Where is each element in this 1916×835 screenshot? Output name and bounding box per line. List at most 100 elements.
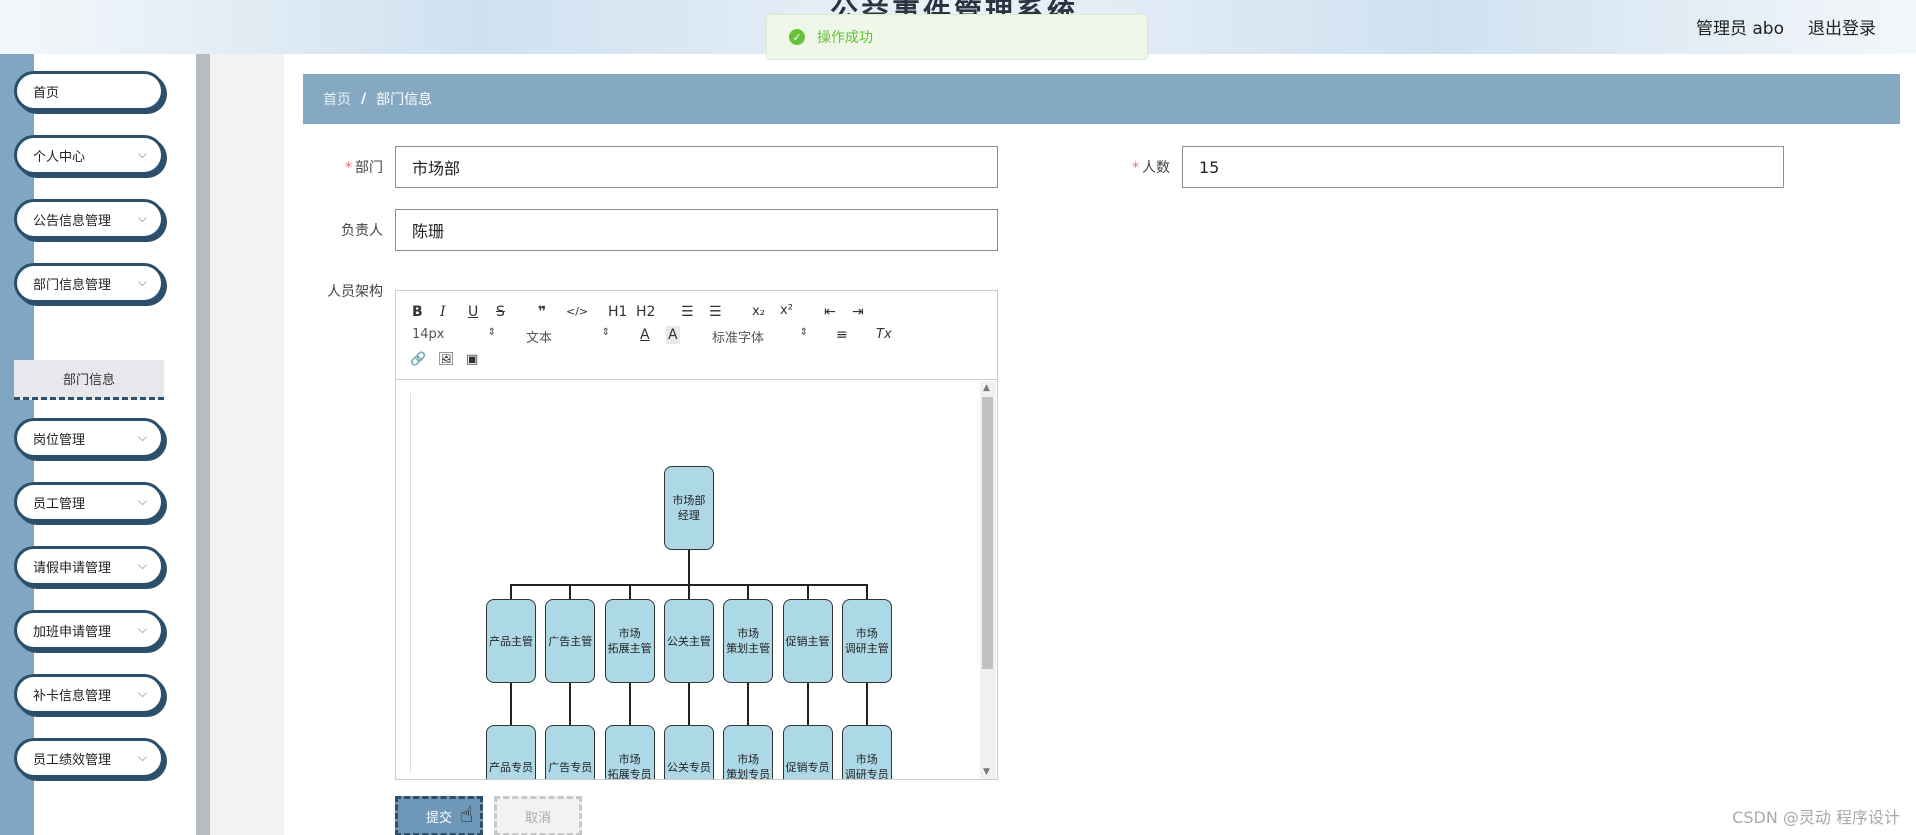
quote-icon[interactable]: ❞ (538, 303, 546, 321)
bold-icon[interactable]: B (412, 303, 423, 321)
h2-icon[interactable]: H2 (636, 303, 655, 321)
sidebar-item-notice-management[interactable]: 公告信息管理 ⌵ (14, 199, 164, 239)
clear-format-icon[interactable]: Tx (876, 326, 892, 344)
org-root-node: 市场部 经理 (663, 466, 714, 550)
sidebar-item-overtime-management[interactable]: 加班申请管理 ⌵ (14, 610, 164, 650)
org-connector-line (687, 584, 690, 599)
sidebar-item-leave-management[interactable]: 请假申请管理 ⌵ (14, 546, 164, 586)
breadcrumb: 首页 / 部门信息 (303, 74, 1900, 124)
scrollbar-thumb[interactable] (982, 397, 993, 669)
headcount-label: * 人数 (1080, 157, 1170, 177)
headcount-input[interactable] (1182, 146, 1784, 188)
sidebar-item-personal-center[interactable]: 个人中心 ⌵ (14, 135, 164, 175)
breadcrumb-separator: / (361, 91, 367, 107)
sidebar-item-label: 请假申请管理 (33, 560, 112, 576)
content-gutter (210, 54, 284, 835)
select-arrows-icon: ⇕ (799, 327, 808, 338)
background-color-icon[interactable]: A (666, 326, 680, 344)
sidebar-item-label: 岗位管理 (33, 432, 86, 448)
org-connector-line (687, 550, 690, 585)
sidebar-item-label: 个人中心 (33, 149, 86, 165)
sidebar-divider (196, 54, 210, 835)
org-connector-line (806, 683, 809, 725)
structure-label: 人员架构 (327, 284, 383, 300)
outdent-icon[interactable]: ⇤ (824, 303, 836, 321)
chevron-down-icon: ⌵ (137, 686, 147, 700)
sidebar-subitem-department-info[interactable]: 部门信息 (14, 360, 164, 400)
sidebar-item-department-management[interactable]: 部门信息管理 ⌵ (14, 263, 164, 303)
ordered-list-icon[interactable]: ☰ (681, 303, 694, 321)
cancel-button[interactable]: 取消 (494, 796, 582, 835)
org-staff-node: 市场 策划专员 (723, 725, 774, 779)
editor-content[interactable]: 市场部 经理 产品主管 广告主管 市场 拓展主管 公关主管 市场 策划主管 促销主管 市场 调研主管产… (396, 381, 997, 779)
select-arrows-icon: ⇕ (601, 327, 610, 338)
editor-toolbar: B I U S ❞ </> H1 H2 ☰ ☰ x₂ x² ⇤ ⇥ 14px ⇕… (396, 291, 997, 380)
bullet-list-icon[interactable]: ☰ (709, 303, 722, 321)
breadcrumb-current: 部门信息 (376, 92, 433, 108)
org-connector-line (569, 584, 572, 599)
scroll-up-icon[interactable]: ▲ (983, 383, 990, 393)
breadcrumb-home[interactable]: 首页 (323, 89, 351, 109)
chevron-down-icon: ⌵ (137, 622, 147, 636)
org-staff-node: 公关专员 (663, 725, 714, 779)
italic-icon[interactable]: I (440, 303, 446, 321)
org-staff-node: 促销专员 (782, 725, 833, 779)
superscript-icon[interactable]: x² (780, 302, 793, 320)
font-size-select[interactable]: 14px ⇕ (412, 327, 496, 342)
subscript-icon[interactable]: x₂ (752, 303, 765, 321)
leader-input[interactable] (395, 209, 998, 251)
org-manager-node: 市场 拓展主管 (604, 599, 655, 683)
sidebar-item-position-management[interactable]: 岗位管理 ⌵ (14, 418, 164, 458)
chevron-down-icon: ⌵ (137, 275, 147, 289)
sidebar-item-label: 部门信息管理 (33, 277, 112, 293)
font-size-value: 14px (412, 327, 445, 342)
sidebar-item-label: 公告信息管理 (33, 213, 112, 229)
underline-icon[interactable]: U (468, 303, 478, 321)
sidebar-item-label: 员工管理 (33, 496, 86, 512)
org-staff-node: 市场 调研专员 (841, 725, 892, 779)
chevron-down-icon: ⌵ (137, 430, 147, 444)
sidebar-item-label: 员工绩效管理 (33, 752, 112, 768)
sidebar-item-home[interactable]: 首页 (14, 71, 164, 111)
font-family-value: 标准字体 (712, 331, 765, 346)
link-icon[interactable]: 🔗 (410, 351, 426, 369)
success-toast: ✓ 操作成功 (766, 14, 1148, 60)
video-icon[interactable]: ▣ (466, 351, 478, 369)
align-icon[interactable]: ≡ (836, 326, 848, 344)
department-input[interactable] (395, 146, 998, 188)
image-icon[interactable]: 🖼 (438, 351, 455, 369)
indent-icon[interactable]: ⇥ (852, 303, 864, 321)
org-connector-line (806, 584, 809, 599)
org-connector-line (865, 683, 868, 725)
sidebar: 首页 个人中心 ⌵ 公告信息管理 ⌵ 部门信息管理 ⌵ 部门信息 岗位管理 ⌵ … (0, 54, 196, 835)
sidebar-item-performance-management[interactable]: 员工绩效管理 ⌵ (14, 738, 164, 778)
headcount-label-text: 人数 (1142, 160, 1170, 176)
sidebar-item-employee-management[interactable]: 员工管理 ⌵ (14, 482, 164, 522)
sidebar-item-punch-management[interactable]: 补卡信息管理 ⌵ (14, 674, 164, 714)
editor-scrollbar[interactable]: ▲ ▼ (980, 381, 996, 779)
block-format-value: 文本 (526, 331, 553, 346)
org-connector-line (628, 683, 631, 725)
logout-link[interactable]: 退出登录 (1808, 14, 1876, 39)
org-connector-line (747, 683, 750, 725)
font-family-select[interactable]: 标准字体 ⇕ (712, 327, 808, 346)
org-connector-line (510, 683, 512, 725)
scroll-down-icon[interactable]: ▼ (983, 767, 990, 777)
org-staff-node: 产品专员 (486, 725, 536, 779)
sidebar-item-label: 加班申请管理 (33, 624, 112, 640)
block-format-select[interactable]: 文本 ⇕ (526, 327, 610, 346)
rich-text-editor: B I U S ❞ </> H1 H2 ☰ ☰ x₂ x² ⇤ ⇥ 14px ⇕… (395, 290, 998, 780)
h1-icon[interactable]: H1 (608, 303, 627, 321)
strike-icon[interactable]: S (496, 303, 505, 321)
font-color-icon[interactable]: A (640, 326, 650, 344)
required-mark: * (345, 160, 352, 176)
org-connector-line (569, 683, 572, 725)
code-icon[interactable]: </> (566, 303, 588, 321)
sidebar-item-label: 首页 (33, 85, 60, 101)
org-manager-node: 市场 调研主管 (841, 599, 892, 683)
sidebar-subitem-label: 部门信息 (62, 373, 115, 388)
org-connector-line (687, 683, 690, 725)
org-manager-node: 促销主管 (782, 599, 833, 683)
org-connector-line (510, 584, 512, 599)
department-label-text: 部门 (355, 160, 383, 176)
